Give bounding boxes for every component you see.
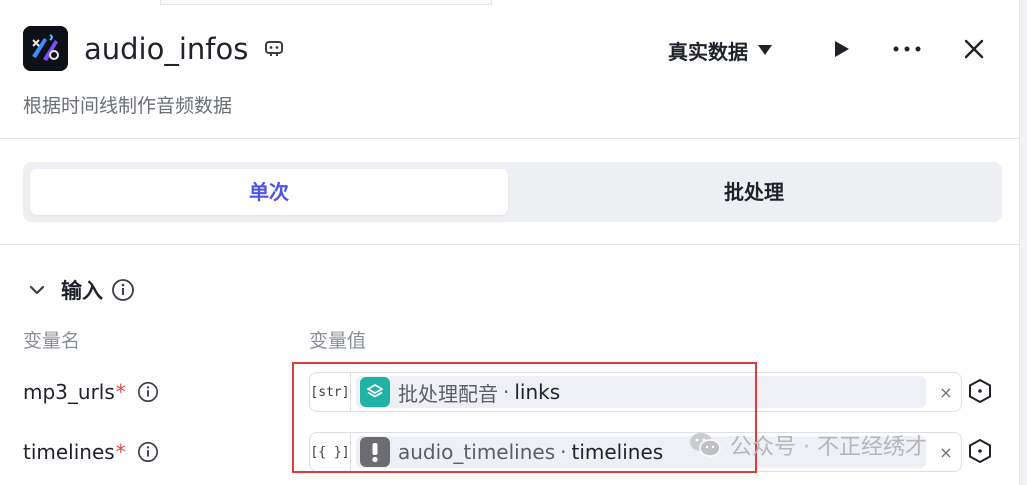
input-name-mp3-urls: mp3_urls * xyxy=(23,372,160,412)
hexagon-icon xyxy=(969,438,991,464)
reference-output-key: links xyxy=(514,380,561,404)
type-tag: [str] xyxy=(310,373,351,411)
column-header-value: 变量值 xyxy=(309,330,367,352)
reference-separator: · xyxy=(560,440,567,464)
reference-node-name: audio_timelines xyxy=(398,440,556,464)
data-mode-select[interactable]: 真实数据 xyxy=(668,34,772,66)
node-description: 根据时间线制作音频数据 xyxy=(23,95,233,117)
close-icon xyxy=(964,39,984,59)
close-button[interactable] xyxy=(957,32,991,66)
layers-icon xyxy=(360,377,390,407)
required-mark: * xyxy=(115,380,126,404)
reference-chip[interactable]: 批处理配音 · links xyxy=(356,376,926,408)
variable-source-toggle[interactable] xyxy=(966,437,994,465)
more-button[interactable] xyxy=(890,32,924,66)
more-horizontal-icon xyxy=(893,46,921,52)
info-icon[interactable] xyxy=(136,440,160,464)
plugin-badge-icon xyxy=(263,37,285,59)
audio-clip-icon xyxy=(23,26,68,71)
exclamation-icon xyxy=(360,437,390,467)
reference-output-key: timelines xyxy=(571,440,664,464)
node-panel: audio_infos 根据时间线制作音频数据 真实数据 单次 批处理 输入 变… xyxy=(0,0,1020,485)
hexagon-icon xyxy=(969,378,991,404)
section-divider xyxy=(0,244,1019,245)
caret-down-icon xyxy=(758,45,772,55)
clear-icon[interactable]: × xyxy=(936,382,956,402)
clear-icon[interactable]: × xyxy=(936,442,956,462)
variable-name: timelines xyxy=(23,440,115,464)
watermark: 公众号 · 不正经绣才 xyxy=(688,428,927,462)
chevron-down-icon[interactable] xyxy=(23,276,51,304)
required-mark: * xyxy=(115,440,126,464)
reference-node-name: 批处理配音 xyxy=(398,381,498,406)
variable-source-toggle[interactable] xyxy=(966,377,994,405)
info-icon[interactable] xyxy=(136,380,160,404)
variable-value-field-mp3-urls[interactable]: [str] 批处理配音 · links × xyxy=(309,372,962,412)
reference-separator: · xyxy=(503,380,510,404)
inputs-section-header: 输入 xyxy=(23,274,135,306)
panel-header: audio_infos 根据时间线制作音频数据 真实数据 xyxy=(0,0,1019,139)
wechat-icon xyxy=(690,433,721,457)
variable-name: mp3_urls xyxy=(23,380,115,404)
inputs-section-title: 输入 xyxy=(61,279,103,303)
input-name-timelines: timelines * xyxy=(23,432,160,472)
type-tag: [{ }] xyxy=(310,433,351,471)
play-icon xyxy=(835,41,849,57)
node-title: audio_infos xyxy=(84,32,249,66)
info-icon[interactable] xyxy=(111,278,135,302)
tab-single[interactable]: 单次 xyxy=(30,169,508,215)
column-header-name: 变量名 xyxy=(23,330,81,352)
tab-batch[interactable]: 批处理 xyxy=(513,169,995,215)
run-button[interactable] xyxy=(824,32,858,66)
watermark-text: 公众号 · 不正经绣才 xyxy=(730,435,927,460)
data-mode-label: 真实数据 xyxy=(668,39,748,64)
run-mode-tabs: 单次 批处理 xyxy=(23,162,1002,222)
